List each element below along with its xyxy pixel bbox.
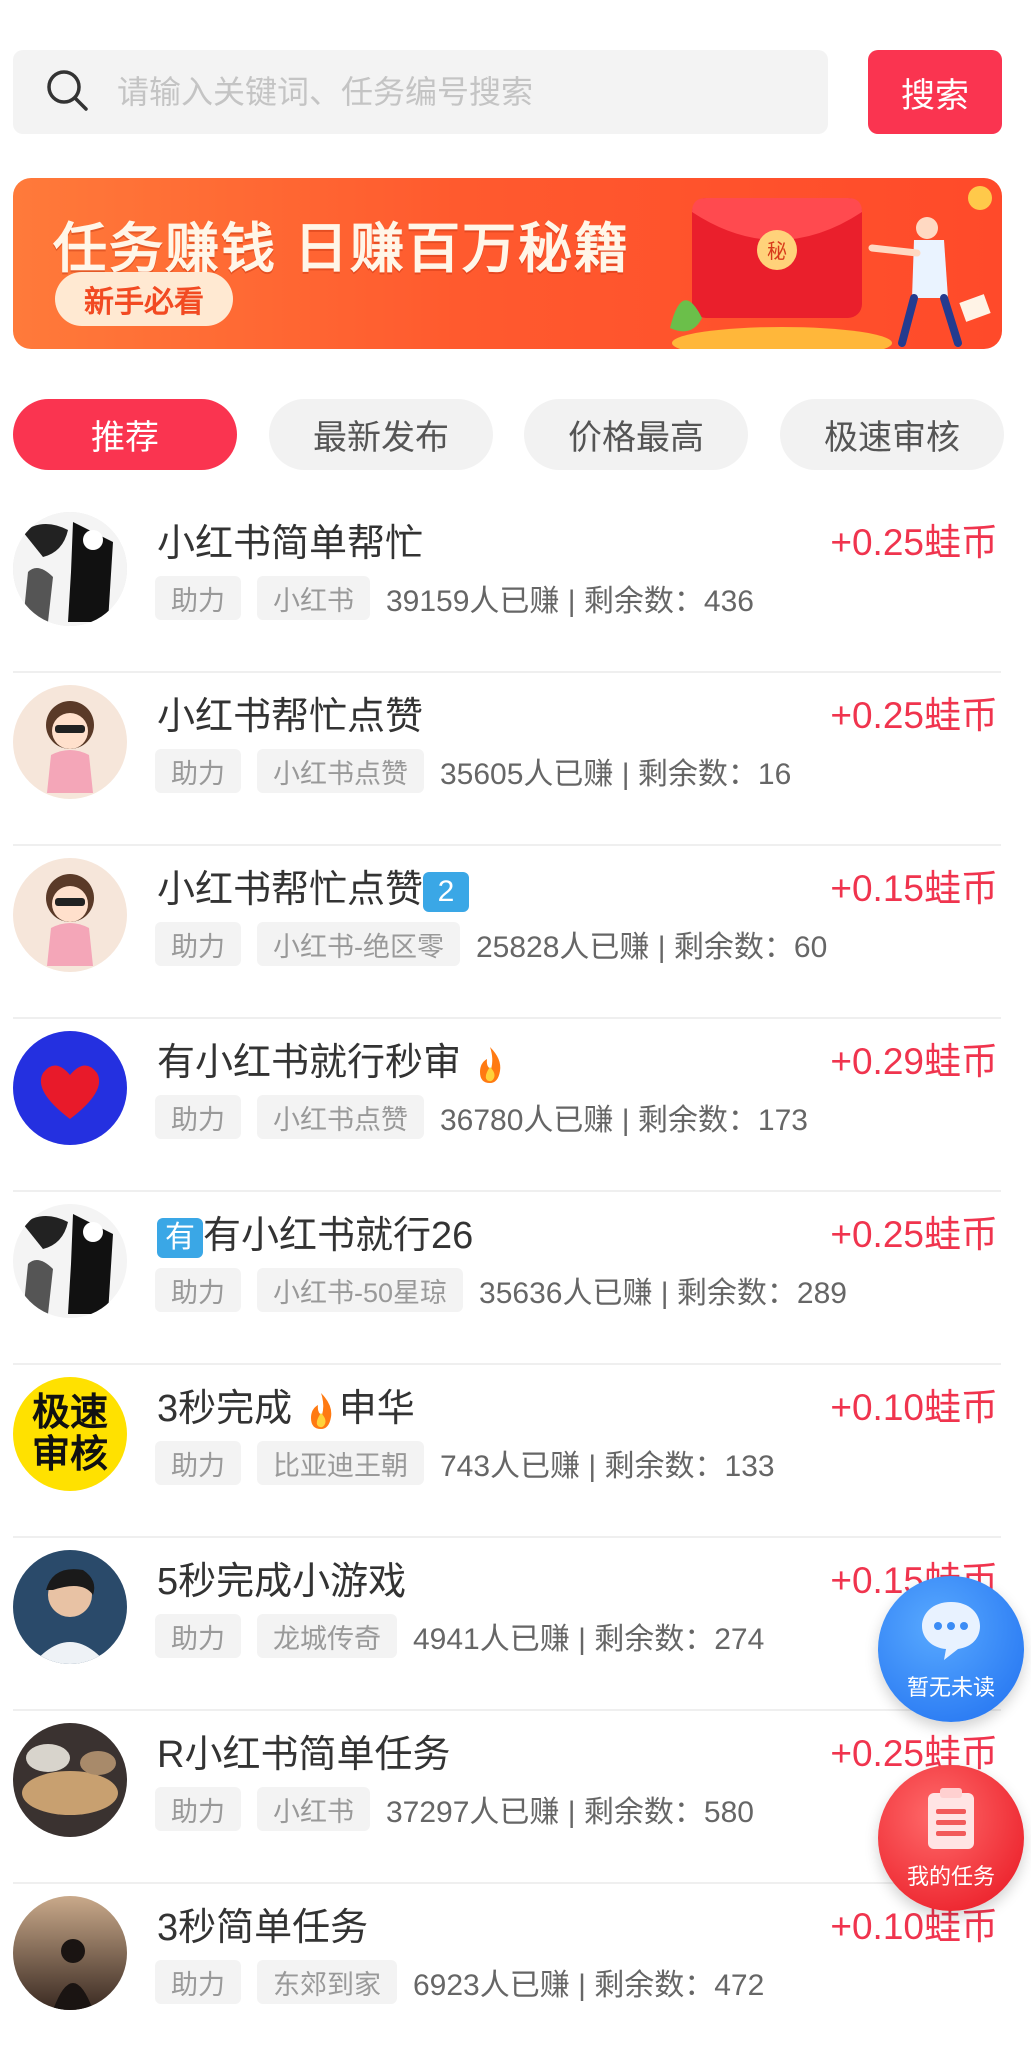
avatar: 极速审核	[13, 1377, 127, 1491]
task-stats: 35605人已赚 | 剩余数：16	[440, 758, 792, 791]
task-title: 5秒完成小游戏	[157, 1561, 407, 1603]
task-reward: +0.29蛙币	[830, 1041, 998, 1082]
task-reward: +0.25蛙币	[830, 695, 998, 736]
messages-float-button[interactable]: 暂无未读	[878, 1576, 1024, 1722]
task-tag: 助力	[155, 1441, 241, 1485]
task-tag: 助力	[155, 1960, 241, 2004]
avatar	[13, 858, 127, 972]
search-icon	[47, 70, 88, 111]
task-tag: 小红书	[257, 576, 370, 620]
banner-newbie-pill: 新手必看	[55, 272, 233, 326]
task-item[interactable]: 小红书帮忙点赞 2 +0.15蛙币 助力 小红书-绝区零 25828人已赚 | 剩…	[0, 846, 1031, 1019]
fire-icon	[310, 1392, 331, 1429]
task-item[interactable]: 5秒完成小游戏 +0.15蛙币 助力 龙城传奇 4941人已赚 | 剩余数：27…	[0, 1538, 1031, 1711]
banner-badge: 秘	[767, 239, 787, 263]
task-stats: 36780人已赚 | 剩余数：173	[440, 1104, 808, 1137]
tab-fast-review[interactable]: 极速审核	[780, 399, 1004, 470]
task-tag: 比亚迪王朝	[257, 1441, 424, 1485]
tab-highest-price[interactable]: 价格最高	[524, 399, 748, 470]
task-tag: 助力	[155, 922, 241, 966]
task-title: 有小红书就行秒审	[157, 1031, 508, 1086]
task-title: 有有小红书就行26	[157, 1204, 473, 1259]
task-tag: 助力	[155, 576, 241, 620]
task-title: 3秒简单任务	[157, 1907, 369, 1949]
you-badge-icon: 有	[157, 1217, 203, 1258]
task-stats: 25828人已赚 | 剩余数：60	[476, 931, 828, 964]
task-title: R小红书简单任务	[157, 1734, 451, 1776]
task-item[interactable]: 小红书帮忙点赞 +0.25蛙币 助力 小红书点赞 35605人已赚 | 剩余数：…	[0, 673, 1031, 846]
task-tag: 助力	[155, 1268, 241, 1312]
task-tag: 小红书点赞	[257, 749, 424, 793]
avatar	[13, 1204, 127, 1318]
promo-banner[interactable]: 任务赚钱 日赚百万秘籍 新手必看 秘	[13, 178, 1002, 349]
keycap-two-icon: 2	[423, 871, 470, 912]
task-stats: 37297人已赚 | 剩余数：580	[386, 1796, 754, 1829]
search-input[interactable]	[115, 72, 799, 112]
tab-latest[interactable]: 最新发布	[269, 399, 493, 470]
task-tag: 小红书	[257, 1787, 370, 1831]
task-item[interactable]: 3秒简单任务 +0.10蛙币 助力 东郊到家 6923人已赚 | 剩余数：472	[0, 1884, 1031, 2057]
task-list: 小红书简单帮忙 +0.25蛙币 助力 小红书 39159人已赚 | 剩余数：43…	[0, 500, 1031, 2057]
chat-bubble-icon	[922, 1602, 980, 1660]
task-tag: 助力	[155, 749, 241, 793]
tab-recommended[interactable]: 推荐	[13, 399, 237, 470]
search-button[interactable]: 搜索	[868, 50, 1002, 134]
task-reward: +0.15蛙币	[830, 868, 998, 909]
task-title: 小红书简单帮忙	[157, 523, 424, 565]
avatar	[13, 1896, 127, 2010]
task-item[interactable]: R小红书简单任务 +0.25蛙币 助力 小红书 37297人已赚 | 剩余数：5…	[0, 1711, 1031, 1884]
task-tag: 小红书-绝区零	[257, 922, 460, 966]
avatar	[13, 1031, 127, 1145]
task-stats: 4941人已赚 | 剩余数：274	[413, 1623, 765, 1656]
messages-float-label: 暂无未读	[906, 1675, 995, 1700]
avatar	[13, 1550, 127, 1664]
task-tag: 助力	[155, 1787, 241, 1831]
avatar	[13, 512, 127, 626]
task-title: 小红书帮忙点赞	[157, 696, 424, 738]
task-stats: 6923人已赚 | 剩余数：472	[413, 1969, 765, 2002]
task-tag: 东郊到家	[257, 1960, 397, 2004]
task-tag: 小红书-50星琼	[257, 1268, 464, 1312]
avatar	[13, 685, 127, 799]
task-item[interactable]: 有有小红书就行26 +0.25蛙币 助力 小红书-50星琼 35636人已赚 |…	[0, 1192, 1031, 1365]
task-tag: 龙城传奇	[257, 1614, 397, 1658]
task-tag: 助力	[155, 1614, 241, 1658]
my-tasks-float-button[interactable]: 我的任务	[878, 1765, 1024, 1911]
search-box[interactable]	[13, 50, 828, 134]
task-item[interactable]: 有小红书就行秒审 +0.29蛙币 助力 小红书点赞 36780人已赚 | 剩余数…	[0, 1019, 1031, 1192]
task-title: 小红书帮忙点赞 2	[157, 858, 470, 913]
clipboard-icon	[928, 1788, 974, 1849]
task-item[interactable]: 小红书简单帮忙 +0.25蛙币 助力 小红书 39159人已赚 | 剩余数：43…	[0, 500, 1031, 673]
avatar-fast-review-text: 极速审核	[31, 1392, 108, 1476]
task-tag: 小红书点赞	[257, 1095, 424, 1139]
avatar	[13, 1723, 127, 1837]
task-reward: +0.10蛙币	[830, 1387, 998, 1428]
task-reward: +0.25蛙币	[830, 1214, 998, 1255]
task-stats: 39159人已赚 | 剩余数：436	[386, 585, 754, 618]
task-stats: 743人已赚 | 剩余数：133	[440, 1450, 775, 1483]
task-title: 3秒完成 申华	[157, 1388, 415, 1430]
task-reward: +0.25蛙币	[830, 522, 998, 563]
task-tag: 助力	[155, 1095, 241, 1139]
my-tasks-float-label: 我的任务	[906, 1864, 995, 1889]
task-item[interactable]: 极速审核 3秒完成 申华 +0.10蛙币 助力 比亚迪王朝 743人已赚 | 剩…	[0, 1365, 1031, 1538]
fire-icon	[479, 1046, 500, 1083]
task-stats: 35636人已赚 | 剩余数：289	[479, 1277, 847, 1310]
red-envelope-illustration: 秘	[670, 186, 992, 349]
